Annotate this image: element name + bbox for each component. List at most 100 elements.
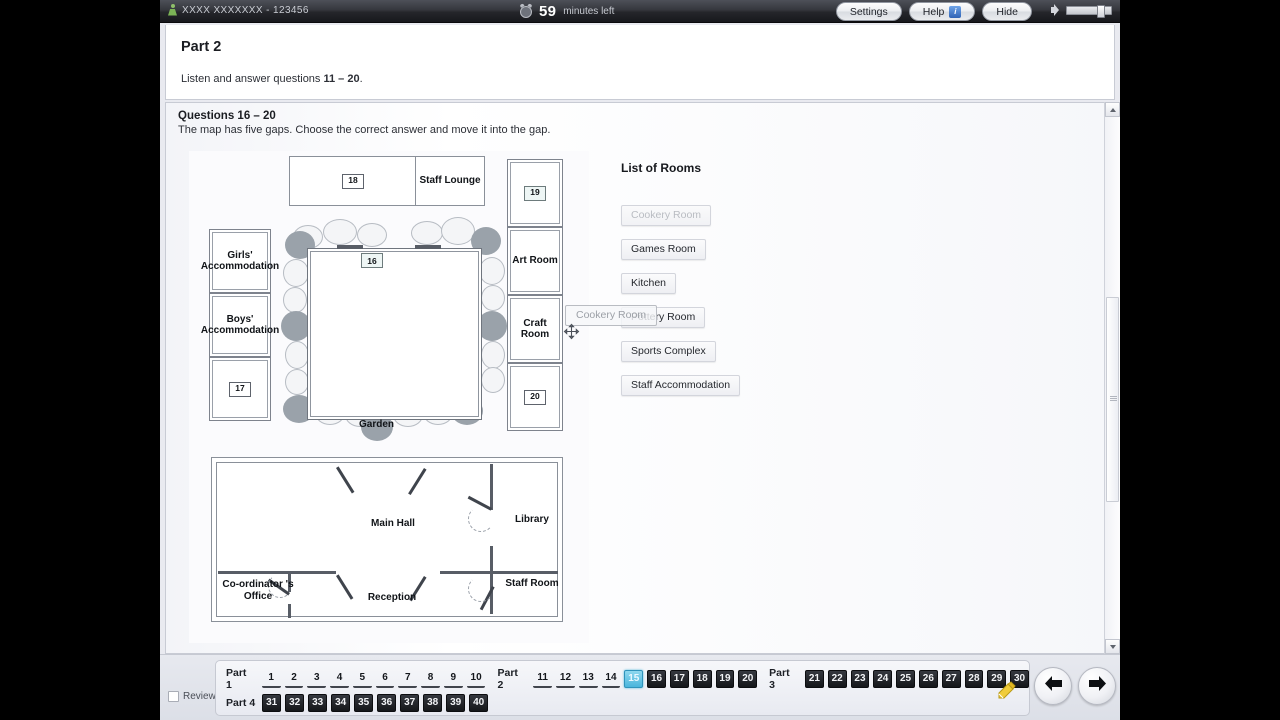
nav-part-label-3: Part 3 xyxy=(769,667,790,691)
part-instruction-range: 11 – 20 xyxy=(323,73,360,85)
map-gap-16-wrapper[interactable]: 16 xyxy=(361,253,383,268)
room-option-cookery-room[interactable]: Cookery Room xyxy=(621,205,712,226)
map-room-art-room: Art Room xyxy=(507,227,563,295)
note-pencil-icon[interactable] xyxy=(997,681,1017,699)
list-of-rooms-title: List of Rooms xyxy=(621,161,701,175)
nav-q-26[interactable]: 26 xyxy=(918,670,938,688)
room-option-games-room[interactable]: Games Room xyxy=(621,239,706,260)
nav-q-23[interactable]: 23 xyxy=(850,670,870,688)
nav-q-37[interactable]: 37 xyxy=(400,694,420,712)
clock-icon xyxy=(520,5,532,18)
nav-q-3[interactable]: 3 xyxy=(307,670,327,688)
map-room-staff-lounge: Staff Lounge xyxy=(415,156,485,206)
nav-q-20[interactable]: 20 xyxy=(738,670,758,688)
room-option-staff-accommodation[interactable]: Staff Accommodation xyxy=(621,375,741,396)
nav-q-39[interactable]: 39 xyxy=(446,694,466,712)
previous-question-button[interactable] xyxy=(1034,667,1072,705)
nav-q-13[interactable]: 13 xyxy=(578,670,598,688)
scrollbar-grip-icon xyxy=(1110,396,1117,403)
volume-slider-thumb[interactable] xyxy=(1097,4,1105,18)
candidate-info: XXXX XXXXXXX - 123456 xyxy=(168,4,309,16)
nav-q-15[interactable]: 15 xyxy=(624,670,644,688)
map-room-main-hall-label: Main Hall xyxy=(371,518,415,529)
map-gap-19[interactable]: 19 xyxy=(524,185,546,201)
nav-q-16[interactable]: 16 xyxy=(647,670,666,688)
nav-q-35[interactable]: 35 xyxy=(354,694,374,712)
map-garden-label: Garden xyxy=(359,419,395,430)
nav-q-10[interactable]: 10 xyxy=(466,670,486,688)
map-room-staff-room-label: Staff Room xyxy=(505,578,559,589)
map-room-boys-accommodation: Boys' Accommodation xyxy=(201,293,279,357)
questions-heading: Questions 16 – 20 xyxy=(178,110,276,122)
nav-q-33[interactable]: 33 xyxy=(308,694,328,712)
scrollbar-thumb[interactable] xyxy=(1106,297,1119,502)
nav-q-36[interactable]: 36 xyxy=(377,694,397,712)
review-checkbox-group[interactable]: Review xyxy=(168,691,216,702)
map-room-staff-lounge-label: Staff Lounge xyxy=(419,175,481,187)
nav-q-14[interactable]: 14 xyxy=(601,670,621,688)
map-room-girls-accommodation: Girls' Accommodation xyxy=(201,229,279,293)
nav-part-label-4: Part 4 xyxy=(226,697,256,709)
nav-q-34[interactable]: 34 xyxy=(331,694,351,712)
nav-q-2[interactable]: 2 xyxy=(284,670,304,688)
nav-q-28[interactable]: 28 xyxy=(964,670,984,688)
volume-control[interactable] xyxy=(1051,4,1112,18)
map-gap-20[interactable]: 20 xyxy=(524,389,546,405)
map-room-gap-20[interactable]: 20 xyxy=(507,363,563,431)
nav-q-6[interactable]: 6 xyxy=(375,670,395,688)
question-navigator: Part 1 1 2 3 4 5 6 7 8 9 10 Part 2 11 12… xyxy=(215,660,1030,716)
nav-q-24[interactable]: 24 xyxy=(873,670,893,688)
nav-q-40[interactable]: 40 xyxy=(469,694,489,712)
page-title: Part 2 xyxy=(181,39,222,55)
exam-application: XXXX XXXXXXX - 123456 59 minutes left Se… xyxy=(160,0,1120,720)
nav-q-11[interactable]: 11 xyxy=(533,670,553,688)
hide-button[interactable]: Hide xyxy=(982,2,1032,21)
map-gap-18[interactable]: 18 xyxy=(342,173,364,189)
part-instruction: Listen and answer questions 11 – 20. xyxy=(181,73,363,85)
nav-q-19[interactable]: 19 xyxy=(715,670,735,688)
map-gap-17[interactable]: 17 xyxy=(229,381,251,397)
campus-map: 18 Staff Lounge Girls' Accommodation Boy… xyxy=(189,151,658,643)
nav-q-25[interactable]: 25 xyxy=(896,670,915,688)
courtyard-wall-right xyxy=(415,245,441,249)
scroll-up-button[interactable] xyxy=(1105,102,1120,117)
map-gap-16[interactable]: 16 xyxy=(361,253,383,268)
wall-coordinator-vertical-lower xyxy=(288,604,291,618)
vertical-scrollbar[interactable] xyxy=(1104,102,1120,654)
nav-q-31[interactable]: 31 xyxy=(262,694,282,712)
nav-q-18[interactable]: 18 xyxy=(692,670,712,688)
nav-q-5[interactable]: 5 xyxy=(352,670,372,688)
map-room-gap-17[interactable]: 17 xyxy=(209,357,271,421)
settings-button[interactable]: Settings xyxy=(835,2,902,21)
nav-q-27[interactable]: 27 xyxy=(941,670,961,688)
scroll-down-button[interactable] xyxy=(1105,639,1120,654)
nav-q-12[interactable]: 12 xyxy=(556,670,575,688)
next-question-button[interactable] xyxy=(1078,667,1116,705)
hide-button-label: Hide xyxy=(996,5,1018,18)
nav-q-17[interactable]: 17 xyxy=(669,670,689,688)
review-checkbox[interactable] xyxy=(168,691,179,702)
map-room-gap-19[interactable]: 19 xyxy=(507,159,563,227)
nav-q-4[interactable]: 4 xyxy=(330,670,349,688)
nav-q-32[interactable]: 32 xyxy=(285,694,305,712)
map-room-girls-accommodation-label: Girls' Accommodation xyxy=(200,249,280,272)
help-button[interactable]: Help i xyxy=(908,2,976,21)
nav-q-21[interactable]: 21 xyxy=(804,670,824,688)
top-bar-actions: Settings Help i Hide xyxy=(835,2,1032,21)
nav-q-1[interactable]: 1 xyxy=(261,670,281,688)
part-header: Part 2 Listen and answer questions 11 – … xyxy=(165,25,1115,100)
courtyard-wall-left xyxy=(337,245,363,249)
help-info-icon: i xyxy=(949,5,962,18)
nav-q-38[interactable]: 38 xyxy=(423,694,443,712)
nav-q-9[interactable]: 9 xyxy=(443,670,463,688)
room-option-kitchen[interactable]: Kitchen xyxy=(621,273,677,294)
map-room-gap-18[interactable]: 18 xyxy=(289,156,417,206)
room-option-sports-complex[interactable]: Sports Complex xyxy=(621,341,716,362)
map-room-boys-accommodation-label: Boys' Accommodation xyxy=(200,313,280,336)
nav-part-label-2: Part 2 xyxy=(497,667,518,691)
nav-q-7[interactable]: 7 xyxy=(398,670,418,688)
nav-q-8[interactable]: 8 xyxy=(421,670,440,688)
volume-slider-track[interactable] xyxy=(1066,4,1112,18)
nav-q-22[interactable]: 22 xyxy=(827,670,847,688)
top-status-bar: XXXX XXXXXXX - 123456 59 minutes left Se… xyxy=(160,0,1120,23)
